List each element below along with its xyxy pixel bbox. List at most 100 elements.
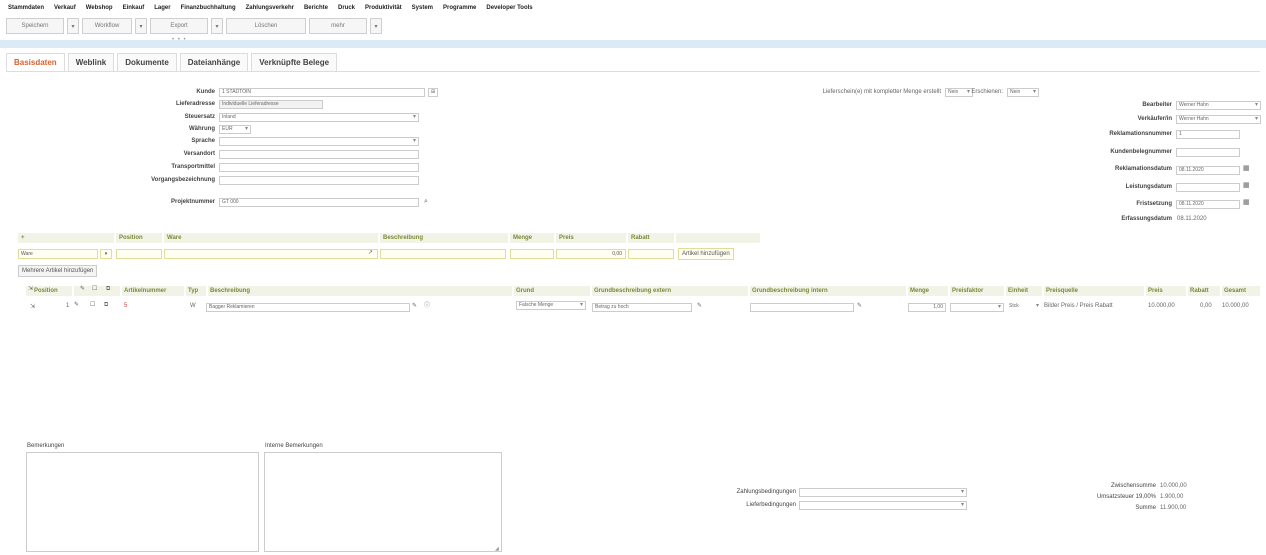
- copy-icon: ⧉: [106, 286, 111, 292]
- sprache-select[interactable]: [219, 137, 419, 146]
- lieferbedingungen-select[interactable]: [799, 501, 967, 510]
- preis-input[interactable]: 0,00: [556, 249, 626, 259]
- th-grund-extern: Grundbeschreibung extern: [592, 286, 748, 296]
- calendar-icon[interactable]: ▦: [1243, 164, 1250, 173]
- calendar-icon[interactable]: ▦: [1243, 181, 1250, 190]
- menu-zahlungsverkehr[interactable]: Zahlungsverkehr: [246, 5, 294, 11]
- row-position: 1: [66, 303, 70, 309]
- resize-grip-icon[interactable]: ◢: [495, 545, 499, 554]
- menu-stammdaten[interactable]: Stammdaten: [8, 5, 44, 11]
- row-preisfaktor-select[interactable]: [950, 303, 1004, 312]
- rabatt-input[interactable]: [628, 249, 674, 259]
- ware-input[interactable]: [164, 249, 378, 259]
- projektnummer-field[interactable]: GT 000: [219, 198, 419, 207]
- save-dropdown-icon[interactable]: ▾: [67, 18, 79, 34]
- calendar-icon[interactable]: ▦: [1243, 198, 1250, 207]
- transportmittel-label: Transportmittel: [171, 164, 215, 170]
- row-edit-icon[interactable]: ✎: [74, 301, 79, 310]
- kundenbelegnummer-field[interactable]: [1176, 148, 1240, 157]
- menu-druck[interactable]: Druck: [338, 5, 355, 11]
- bemerkungen-textarea[interactable]: [26, 452, 259, 552]
- tab-dokumente[interactable]: Dokumente: [117, 53, 177, 71]
- ware-lookup-icon[interactable]: ↗: [368, 249, 373, 258]
- workflow-button[interactable]: Workflow: [82, 18, 132, 34]
- delete-button[interactable]: Löschen: [226, 18, 306, 34]
- type-select[interactable]: Ware: [18, 249, 98, 259]
- verkaeufer-select[interactable]: Werner Hahn: [1176, 115, 1261, 124]
- add-article-button[interactable]: Artikel hinzufügen: [678, 248, 734, 260]
- row-grund-select[interactable]: Falsche Menge: [516, 301, 586, 310]
- row-rabatt: 0,00: [1200, 303, 1212, 309]
- tab-weblink[interactable]: Weblink: [67, 53, 115, 71]
- leistungsdatum-field[interactable]: [1176, 183, 1240, 192]
- th-preisquelle: Preisquelle: [1044, 286, 1144, 296]
- menu-programme[interactable]: Programme: [443, 5, 476, 11]
- menu-berichte[interactable]: Berichte: [304, 5, 328, 11]
- row-einheit-select[interactable]: Stck: [1007, 303, 1041, 312]
- menubar: Stammdaten Verkauf Webshop Einkauf Lager…: [0, 0, 1266, 16]
- save-button[interactable]: Speichern: [6, 18, 64, 34]
- workflow-dropdown-icon[interactable]: ▾: [135, 18, 147, 34]
- bearbeiter-select[interactable]: Werner Hahn: [1176, 101, 1261, 110]
- menge-input[interactable]: [510, 249, 554, 259]
- row-grund-extern-field[interactable]: Betrag zu hoch: [592, 303, 692, 312]
- add-multiple-articles-button[interactable]: Mehrere Artikel hinzufügen: [18, 265, 98, 277]
- beschreibung-input[interactable]: [380, 249, 506, 259]
- menu-system[interactable]: System: [412, 5, 433, 11]
- row-pencil-icon[interactable]: ✎: [412, 302, 417, 311]
- bearbeiter-label: Bearbeiter: [1142, 102, 1172, 108]
- waehrung-select[interactable]: EUR: [219, 125, 251, 134]
- transportmittel-field[interactable]: [219, 163, 419, 172]
- row-grund-intern-field[interactable]: [750, 303, 854, 312]
- position-input[interactable]: [116, 249, 162, 259]
- customer-lookup-icon[interactable]: ⊞: [428, 88, 438, 97]
- tab-bar: Basisdaten Weblink Dokumente Dateianhäng…: [6, 53, 338, 71]
- menu-developer-tools[interactable]: Developer Tools: [486, 5, 532, 11]
- row-menge-field[interactable]: 1,00: [908, 303, 946, 312]
- more-dropdown-icon[interactable]: ▾: [370, 18, 382, 34]
- row-checkbox-icon[interactable]: ☐: [90, 301, 95, 310]
- type-dropdown-icon[interactable]: ▾: [100, 249, 112, 259]
- menu-verkauf[interactable]: Verkauf: [54, 5, 76, 11]
- bemerkungen-label: Bemerkungen: [27, 443, 65, 449]
- tab-dateianhaenge[interactable]: Dateianhänge: [179, 53, 249, 71]
- reklamationsnummer-field[interactable]: 1: [1176, 130, 1240, 139]
- export-dropdown-icon[interactable]: ▾: [211, 18, 223, 34]
- reklamationsdatum-field[interactable]: 08.11.2020: [1176, 166, 1240, 175]
- th-gesamt: Gesamt: [1222, 286, 1260, 296]
- menu-produktivitaet[interactable]: Produktivität: [365, 5, 402, 11]
- menu-finanzbuchhaltung[interactable]: Finanzbuchhaltung: [181, 5, 236, 11]
- interne-bemerkungen-textarea[interactable]: [264, 452, 502, 552]
- menu-einkauf[interactable]: Einkauf: [123, 5, 145, 11]
- col-rabatt: Rabatt: [628, 233, 674, 243]
- versandort-field[interactable]: [219, 150, 419, 159]
- steuersatz-select[interactable]: Inland: [219, 113, 419, 122]
- erschienen-select[interactable]: Nein: [1007, 88, 1039, 97]
- tab-basisdaten[interactable]: Basisdaten: [6, 53, 65, 71]
- col-plus: +: [18, 233, 114, 243]
- row-beschreibung-field[interactable]: Bagger Reklamieren: [206, 303, 410, 312]
- tab-verknuepfte-belege[interactable]: Verknüpfte Belege: [251, 53, 338, 71]
- more-button[interactable]: mehr: [309, 18, 367, 34]
- export-button[interactable]: Export: [150, 18, 208, 34]
- menu-lager[interactable]: Lager: [154, 5, 170, 11]
- menu-webshop[interactable]: Webshop: [86, 5, 113, 11]
- row-info-icon[interactable]: ⓘ: [424, 302, 430, 311]
- th-menge: Menge: [908, 286, 948, 296]
- checkbox-icon[interactable]: ☐: [92, 285, 97, 294]
- row-grund-intern-pencil-icon[interactable]: ✎: [857, 302, 862, 311]
- zwischensumme-value: 10.000,00: [1160, 483, 1187, 489]
- zahlungsbedingungen-select[interactable]: [799, 488, 967, 497]
- expand-icon[interactable]: ⇲: [28, 285, 33, 294]
- lieferadresse-button[interactable]: Individuelle Lieferadresse: [219, 100, 323, 109]
- th-grund-intern: Grundbeschreibung intern: [750, 286, 906, 296]
- row-drag-icon[interactable]: ⇲: [30, 303, 35, 312]
- search-icon[interactable]: ⌕: [424, 197, 428, 206]
- kunde-field[interactable]: 1 STADTOIN: [219, 88, 425, 97]
- row-grund-extern-pencil-icon[interactable]: ✎: [697, 302, 702, 311]
- lieferschein-select[interactable]: Nein: [945, 88, 973, 97]
- row-copy-icon[interactable]: ⧉: [104, 301, 108, 310]
- row-artikelnummer[interactable]: 5: [124, 303, 127, 309]
- fristsetzung-field[interactable]: 08.11.2020: [1176, 200, 1240, 209]
- vorgangsbezeichnung-field[interactable]: [219, 176, 419, 185]
